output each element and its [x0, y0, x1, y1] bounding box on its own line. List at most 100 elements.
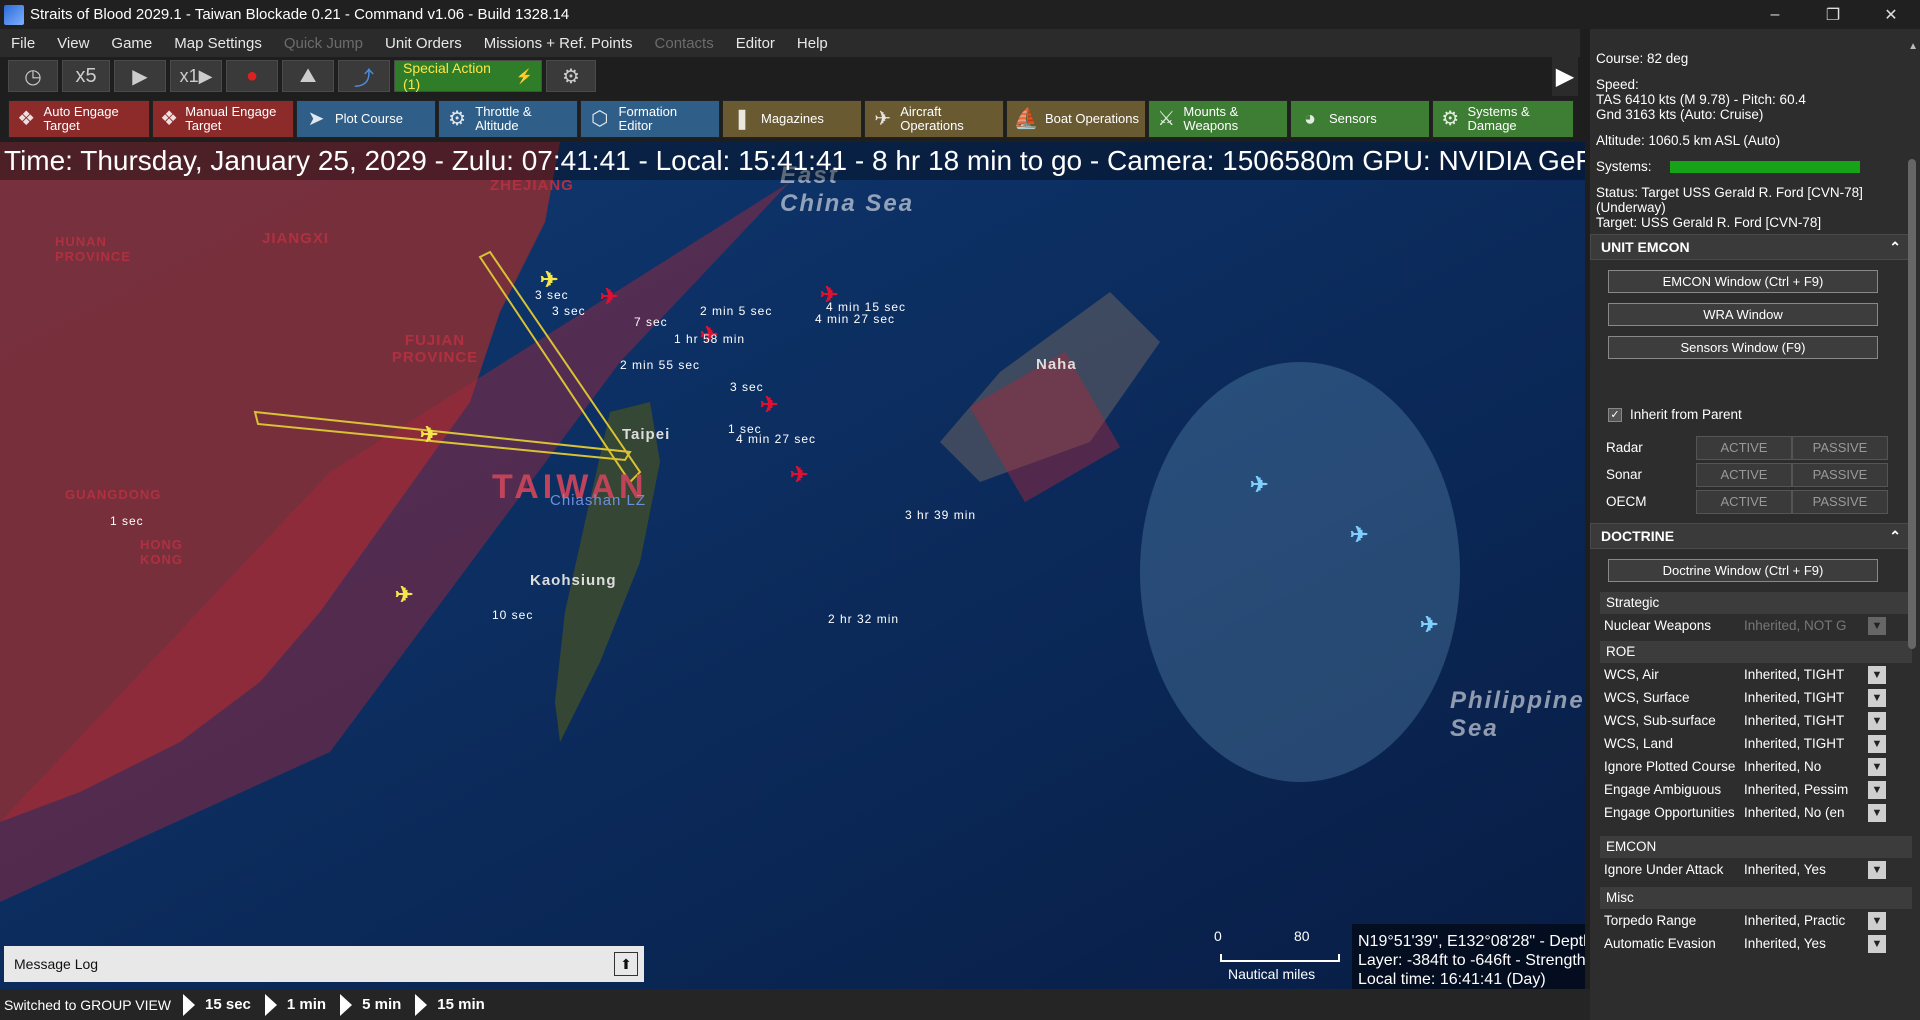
menu-unit-orders[interactable]: Unit Orders	[374, 35, 473, 52]
sonar-active-button[interactable]: ACTIVE	[1696, 462, 1792, 487]
speed-15sec-button[interactable]: 15 sec	[183, 993, 251, 1016]
unknown-aircraft-icon[interactable]: ✈	[1420, 612, 1439, 638]
menu-view[interactable]: View	[46, 35, 100, 52]
unknown-aircraft-icon[interactable]: ✈	[1350, 522, 1369, 548]
doctrine-row[interactable]: Automatic Evasion Inherited, Yes ▼	[1600, 932, 1912, 955]
radar-passive-button[interactable]: PASSIVE	[1792, 435, 1888, 460]
clock-icon[interactable]: ◷	[8, 60, 58, 92]
ship-view-icon[interactable]: ⛰	[282, 60, 334, 92]
doctrine-row[interactable]: Engage Ambiguous Inherited, Pessim ▼	[1600, 778, 1912, 801]
menu-game[interactable]: Game	[100, 35, 163, 52]
speed-button[interactable]: x1 ▶	[170, 60, 222, 92]
menu-quick-jump[interactable]: Quick Jump	[273, 35, 374, 52]
dropdown-chevron-icon[interactable]: ▼	[1868, 757, 1886, 776]
dropdown-chevron-icon[interactable]: ▼	[1868, 860, 1886, 879]
wra-window-button[interactable]: WRA Window	[1608, 303, 1878, 326]
expand-log-icon[interactable]: ⬆	[614, 952, 638, 976]
hostile-aircraft-icon[interactable]: ✈	[600, 284, 619, 310]
menu-contacts[interactable]: Contacts	[644, 35, 725, 52]
waypoint-icon[interactable]: ⤴	[338, 60, 390, 92]
collapse-chevron-icon[interactable]: ⌃	[1889, 239, 1901, 256]
oecm-passive-button[interactable]: PASSIVE	[1792, 489, 1888, 514]
menu-map-settings[interactable]: Map Settings	[163, 35, 273, 52]
dropdown-chevron-icon[interactable]: ▼	[1868, 734, 1886, 753]
doctrine-row[interactable]: WCS, Sub-surface Inherited, TIGHT ▼	[1600, 709, 1912, 732]
doctrine-row[interactable]: WCS, Land Inherited, TIGHT ▼	[1600, 732, 1912, 755]
speed-15min-button[interactable]: 15 min	[415, 993, 485, 1016]
speed-1min-button[interactable]: 1 min	[264, 993, 326, 1016]
menu-editor[interactable]: Editor	[725, 35, 786, 52]
doctrine-row[interactable]: Engage Opportunities Inherited, No (en ▼	[1600, 801, 1912, 824]
speed-5min-button[interactable]: 5 min	[340, 993, 401, 1016]
unit-info: Course: 82 deg Speed: TAS 6410 kts (M 9.…	[1590, 29, 1920, 230]
unit-emcon-header[interactable]: UNIT EMCON ⌃	[1590, 234, 1912, 260]
status-text-panel: Status: Target USS Gerald R. Ford [CVN-7…	[1596, 185, 1863, 215]
plot-course-button[interactable]: ➤ Plot Course	[296, 100, 436, 138]
dropdown-chevron-icon[interactable]: ▼	[1868, 665, 1886, 684]
doctrine-row-value: Inherited, Yes	[1744, 936, 1826, 951]
map-scale: 0 80 Nautical miles	[1210, 924, 1340, 984]
throttle-altitude-button[interactable]: ⚙ Throttle & Altitude	[438, 100, 578, 138]
message-log[interactable]: Message Log ⬆	[4, 946, 644, 982]
aircraft-ops-button[interactable]: ✈ Aircraft Operations	[864, 100, 1004, 138]
magazines-button[interactable]: ❚ Magazines	[722, 100, 862, 138]
dropdown-chevron-icon[interactable]: ▼	[1868, 688, 1886, 707]
sonar-passive-button[interactable]: PASSIVE	[1792, 462, 1888, 487]
doctrine-row-label: WCS, Surface	[1604, 690, 1690, 705]
dropdown-chevron-icon[interactable]: ▼	[1868, 934, 1886, 953]
auto-engage-button[interactable]: ❖ Auto Engage Target	[8, 100, 150, 138]
timer-label: 3 sec	[535, 288, 569, 302]
friendly-aircraft-icon[interactable]: ✈	[395, 582, 414, 608]
dropdown-chevron-icon[interactable]: ▼	[1868, 780, 1886, 799]
doctrine-row[interactable]: Torpedo Range Inherited, Practic ▼	[1600, 909, 1912, 932]
manual-engage-button[interactable]: ❖ Manual Engage Target	[152, 100, 294, 138]
special-action-label: Special Action (1)	[403, 60, 491, 92]
play-button[interactable]: ▶	[114, 60, 166, 92]
doctrine-window-button[interactable]: Doctrine Window (Ctrl + F9)	[1608, 559, 1878, 582]
sensors-window-button[interactable]: Sensors Window (F9)	[1608, 336, 1878, 359]
doctrine-row-label: Torpedo Range	[1604, 913, 1697, 928]
record-button[interactable]: ●	[226, 60, 278, 92]
sensors-button[interactable]: ◕ Sensors	[1290, 100, 1430, 138]
collapse-panel-button[interactable]: ▶	[1552, 56, 1578, 96]
formation-editor-button[interactable]: ⬡ Formation Editor	[580, 100, 720, 138]
hostile-aircraft-icon[interactable]: ✈	[790, 462, 809, 488]
timer-label: 1 hr 58 min	[674, 332, 746, 346]
radar-active-button[interactable]: ACTIVE	[1696, 435, 1792, 460]
menu-file[interactable]: File	[0, 35, 46, 52]
doctrine-row[interactable]: WCS, Air Inherited, TIGHT ▼	[1600, 663, 1912, 686]
dropdown-chevron-icon[interactable]: ▼	[1868, 711, 1886, 730]
minimize-button[interactable]: –	[1746, 0, 1804, 29]
time-compression-display[interactable]: x5	[62, 60, 110, 92]
dropdown-chevron-icon[interactable]: ▼	[1868, 803, 1886, 822]
inherit-parent-row[interactable]: ✓ Inherit from Parent	[1608, 407, 1920, 422]
dropdown-chevron-icon[interactable]: ▼	[1868, 616, 1886, 635]
oecm-active-button[interactable]: ACTIVE	[1696, 489, 1792, 514]
hostile-aircraft-icon[interactable]: ✈	[760, 392, 779, 418]
restore-button[interactable]: ❐	[1804, 0, 1862, 29]
collapse-chevron-icon[interactable]: ⌃	[1889, 528, 1901, 545]
unknown-aircraft-icon[interactable]: ✈	[1250, 472, 1269, 498]
doctrine-row[interactable]: Nuclear Weapons Inherited, NOT G ▼	[1600, 614, 1912, 637]
boat-ops-button[interactable]: ⛵ Boat Operations	[1006, 100, 1146, 138]
emcon-window-button[interactable]: EMCON Window (Ctrl + F9)	[1608, 270, 1878, 293]
menu-missions[interactable]: Missions + Ref. Points	[473, 35, 644, 52]
systems-damage-button[interactable]: ⚙ Systems & Damage	[1432, 100, 1574, 138]
doctrine-row[interactable]: Ignore Plotted Course Inherited, No ▼	[1600, 755, 1912, 778]
panel-scrollbar[interactable]	[1908, 159, 1916, 649]
friendly-aircraft-icon[interactable]: ✈	[420, 422, 439, 448]
mounts-weapons-button[interactable]: ⚔ Mounts & Weapons	[1148, 100, 1288, 138]
tactical-map[interactable]: ZHEJIANG JIANGXI HUNAN PROVINCE FUJIAN P…	[0, 142, 1585, 989]
doctrine-header[interactable]: DOCTRINE ⌃	[1590, 523, 1912, 549]
play-arrow-icon	[415, 993, 428, 1016]
systems-label: Systems:	[1596, 159, 1652, 174]
menu-help[interactable]: Help	[786, 35, 839, 52]
doctrine-row[interactable]: WCS, Surface Inherited, TIGHT ▼	[1600, 686, 1912, 709]
close-button[interactable]: ✕	[1862, 0, 1920, 29]
special-action-button[interactable]: Special Action (1) ⚡	[394, 60, 542, 92]
scroll-up-icon[interactable]: ▲	[1908, 41, 1918, 52]
gear-icon[interactable]: ⚙	[546, 60, 596, 92]
doctrine-row[interactable]: Ignore Under Attack Inherited, Yes ▼	[1600, 858, 1912, 881]
inherit-checkbox[interactable]: ✓	[1608, 407, 1622, 422]
dropdown-chevron-icon[interactable]: ▼	[1868, 911, 1886, 930]
